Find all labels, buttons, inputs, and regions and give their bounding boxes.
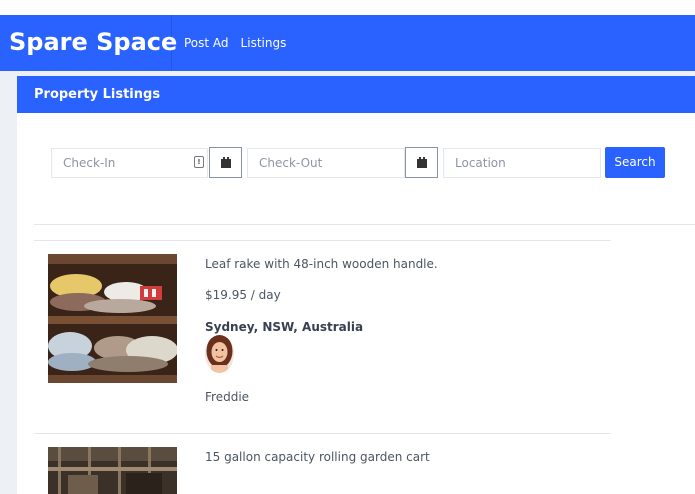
listing-owner-name: Freddie [205,390,250,404]
check-out-field[interactable]: Check-Out [247,148,405,178]
card-title: Property Listings [17,76,695,113]
listing-title: Leaf rake with 48-inch wooden handle. [205,257,438,271]
brand-logo-text[interactable]: Spare Space [0,15,177,71]
check-in-calendar-button[interactable] [209,147,242,178]
date-picker-icon[interactable]: ! [194,156,204,168]
nav-link-listings[interactable]: Listings [241,36,287,50]
listing-divider [34,433,611,434]
listing-image-closet[interactable] [48,254,177,383]
check-in-field[interactable]: Check-In [51,148,208,178]
nav-link-post-ad[interactable]: Post Ad [184,36,229,50]
search-button[interactable]: Search [605,147,665,178]
listing-divider [34,240,611,241]
top-navbar: Spare Space Post Ad Listings [0,15,695,71]
listing-title: 15 gallon capacity rolling garden cart [205,450,430,464]
calendar-icon [220,156,231,168]
listing-image-garage[interactable] [48,447,177,494]
owner-avatar[interactable] [205,335,234,373]
listing-location: Sydney, NSW, Australia [205,320,364,334]
calendar-icon [416,156,427,168]
section-divider [34,224,695,225]
check-out-calendar-button[interactable] [405,147,438,178]
property-listings-card: Property Listings Check-In ! Check-Out L… [17,76,695,494]
listing-price: $19.95 / day [205,288,281,302]
location-field[interactable]: Location [443,148,601,178]
